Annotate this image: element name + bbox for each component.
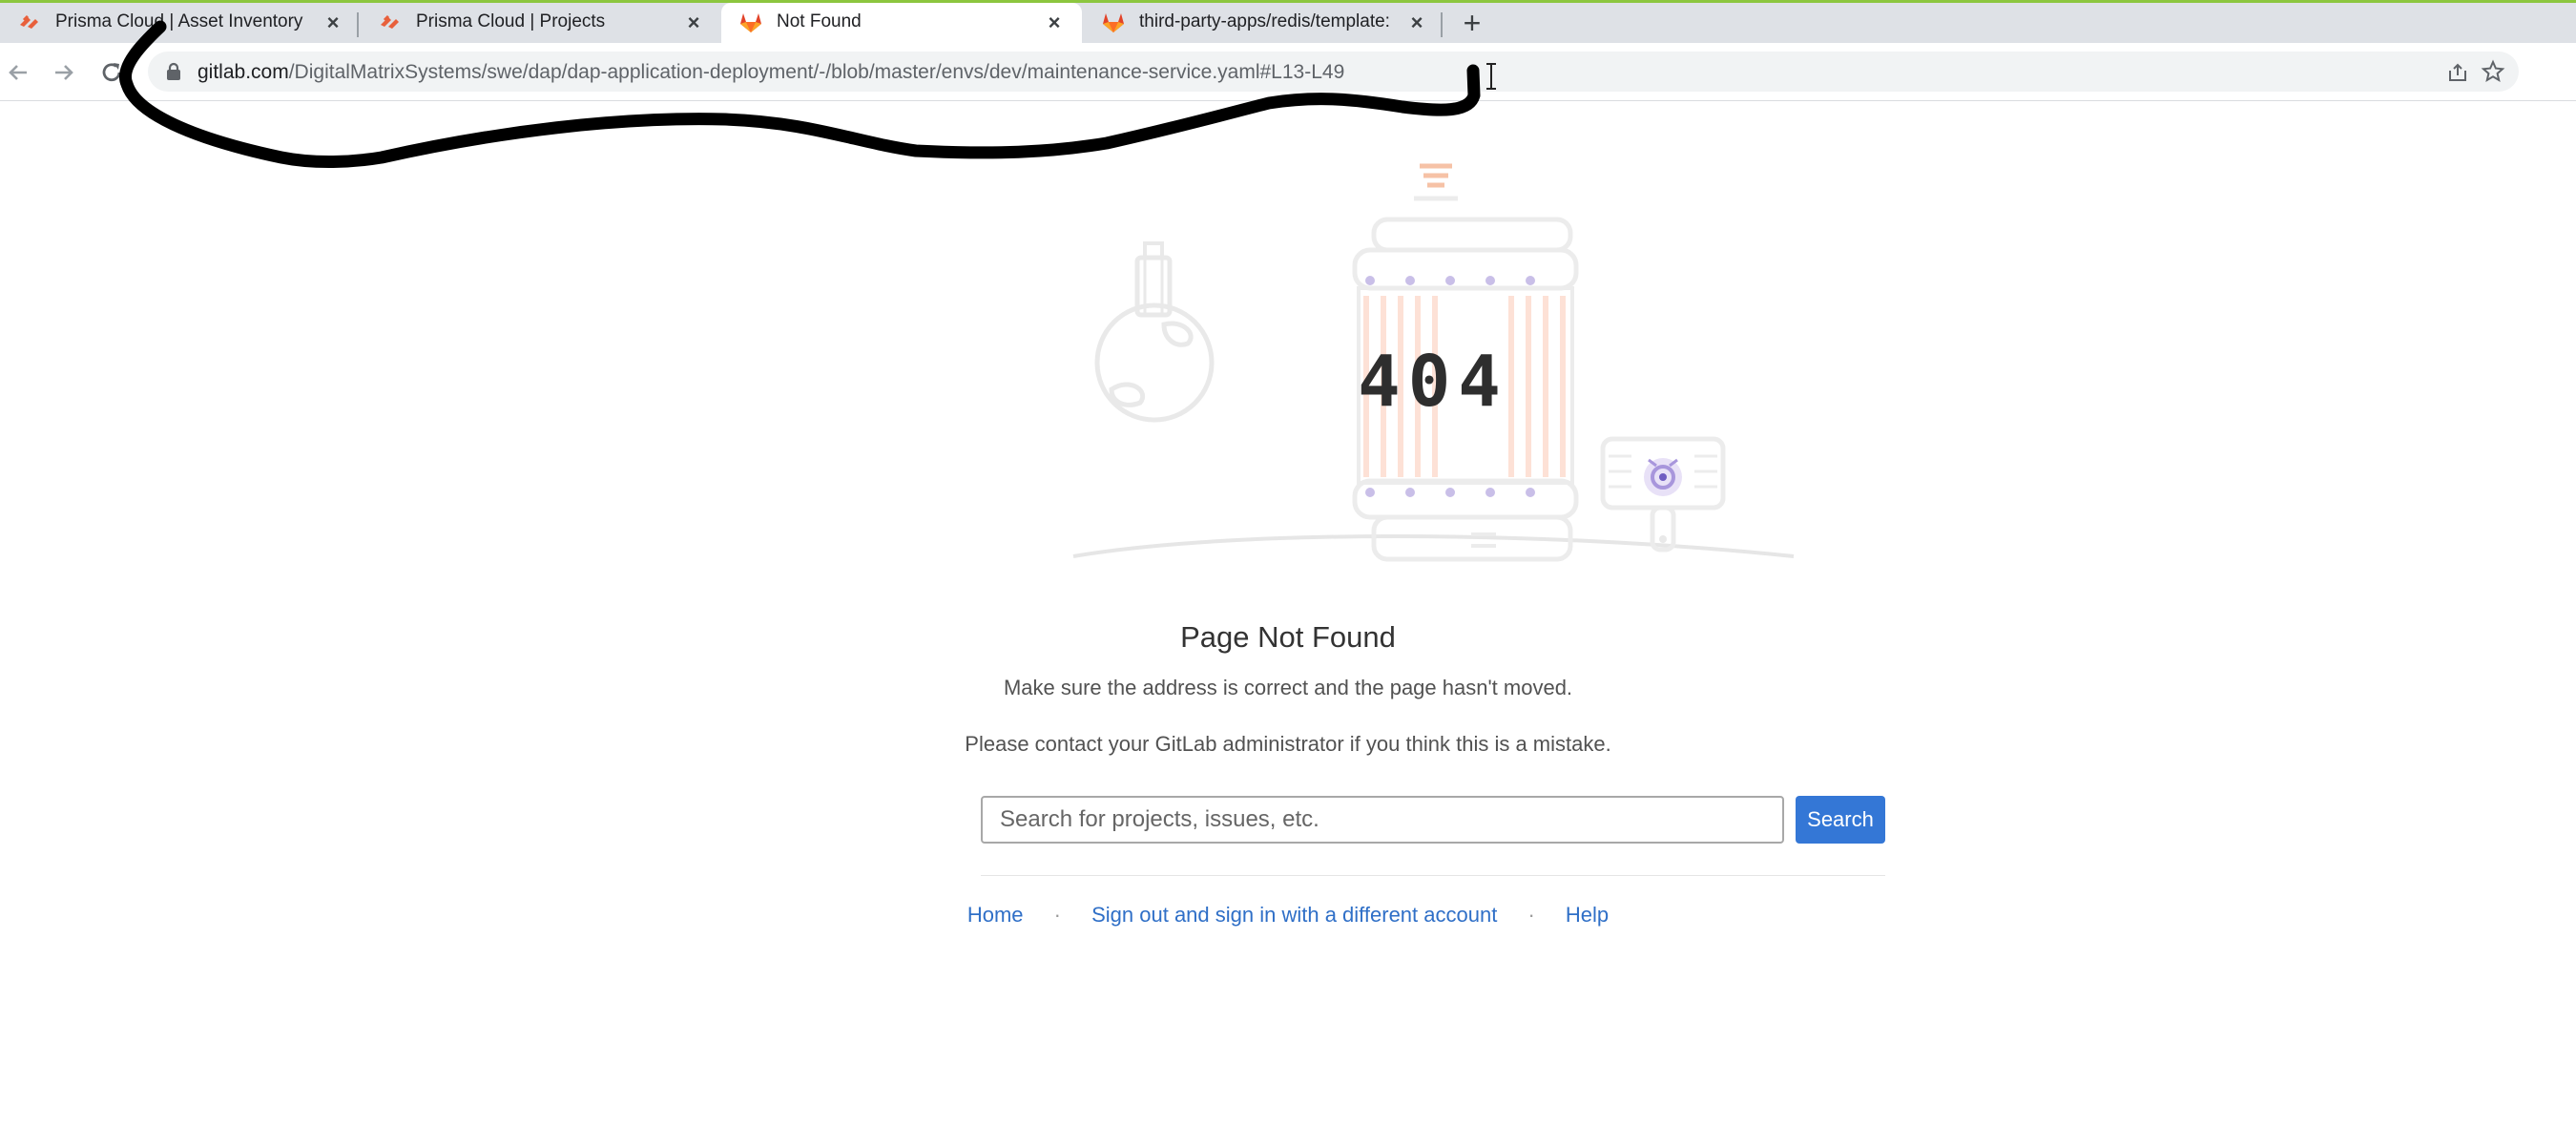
search-input[interactable] [981,796,1784,844]
url-text[interactable]: gitlab.com/DigitalMatrixSystems/swe/dap/… [197,61,1344,84]
error-code: 404 [1358,341,1508,423]
sign-out-link[interactable]: Sign out and sign in with a different ac… [1091,903,1497,927]
footer-divider [981,875,1885,876]
footer-links: Home · Sign out and sign in with a diffe… [0,903,2576,928]
gitlab-tanuki-logo-icon [740,13,761,32]
bookmark-star-icon[interactable] [2481,59,2505,84]
tab-not-found[interactable]: Not Found × [721,3,1082,43]
forward-arrow-icon[interactable] [48,56,80,89]
tab-separator [357,12,359,37]
lock-icon[interactable] [165,62,182,81]
prisma-cloud-logo-icon [381,14,399,29]
close-icon[interactable]: × [321,10,345,35]
link-separator: · [1527,903,1535,927]
tab-prisma-projects[interactable]: Prisma Cloud | Projects × [361,3,716,43]
close-icon[interactable]: × [1042,10,1067,35]
tab-title: Prisma Cloud | Asset Inventory [55,11,303,31]
search-button[interactable]: Search [1796,796,1885,844]
page-title: Page Not Found [1180,620,1396,654]
new-tab-button[interactable]: + [1455,7,1489,41]
link-separator: · [1053,903,1061,927]
help-link[interactable]: Help [1566,903,1609,927]
tab-title: third-party-apps/redis/template: [1139,11,1390,31]
home-link[interactable]: Home [967,903,1024,927]
text-cursor-icon [1486,63,1496,90]
error-404-illustration: 404 [1072,163,1795,562]
tab-separator [1441,12,1443,37]
url-host: gitlab.com [197,61,289,83]
share-icon[interactable] [2446,61,2469,84]
url-path: /DigitalMatrixSystems/swe/dap/dap-applic… [288,61,1345,83]
tab-third-party-apps[interactable]: third-party-apps/redis/template: × [1084,3,1444,43]
gitlab-tanuki-logo-icon [1103,13,1124,32]
address-hint-text: Make sure the address is correct and the… [1003,676,1573,699]
prisma-cloud-logo-icon [20,14,38,29]
close-icon[interactable]: × [1404,10,1429,35]
tab-prisma-asset-inventory[interactable]: Prisma Cloud | Asset Inventory × [0,3,355,43]
tab-title: Prisma Cloud | Projects [416,11,606,31]
browser-toolbar: gitlab.com/DigitalMatrixSystems/swe/dap/… [0,43,2576,101]
reload-icon[interactable] [95,56,128,89]
address-bar[interactable]: gitlab.com/DigitalMatrixSystems/swe/dap/… [148,52,2519,92]
ground-line [1072,534,1795,558]
browser-tab-strip: Prisma Cloud | Asset Inventory × Prisma … [0,0,2576,43]
planet-icon [1094,302,1215,423]
tab-title: Not Found [777,11,862,31]
admin-contact-text: Please contact your GitLab administrator… [965,732,1611,756]
close-icon[interactable]: × [681,10,706,35]
back-arrow-icon[interactable] [2,56,34,89]
